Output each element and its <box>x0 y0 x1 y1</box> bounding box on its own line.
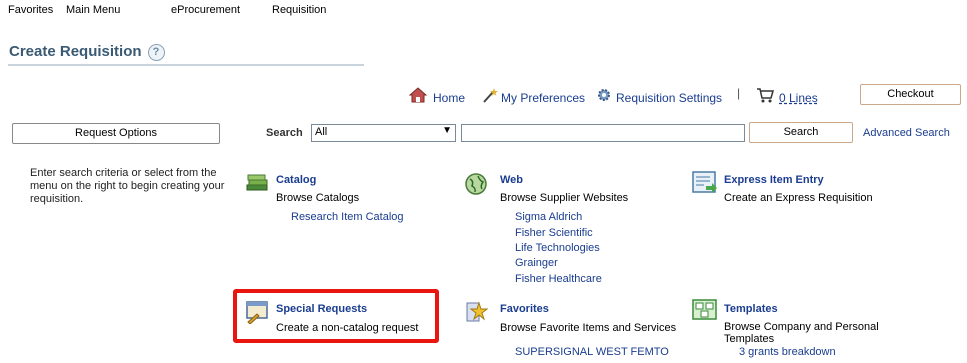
catalog-subtitle: Browse Catalogs <box>276 192 360 204</box>
request-options-button[interactable]: Request Options <box>12 123 220 144</box>
instructions-text: Enter search criteria or select from the… <box>30 167 225 205</box>
search-category-value: All <box>315 126 328 138</box>
catalog-link-research[interactable]: Research Item Catalog <box>291 211 404 223</box>
page-title-text: Create Requisition <box>9 43 142 60</box>
nav-favorites[interactable]: Favorites <box>8 4 53 16</box>
web-link-fisher-scientific[interactable]: Fisher Scientific <box>515 227 593 239</box>
web-subtitle: Browse Supplier Websites <box>500 192 629 204</box>
web-link-fisher-healthcare[interactable]: Fisher Healthcare <box>515 273 602 285</box>
magic-wand-icon[interactable] <box>482 87 498 103</box>
home-icon[interactable] <box>409 87 427 103</box>
favorites-title[interactable]: Favorites <box>500 303 549 315</box>
page-title: Create Requisition? <box>9 43 165 61</box>
toolbar-separator: | <box>737 86 741 100</box>
search-input[interactable] <box>461 124 745 142</box>
gear-icon[interactable] <box>596 87 612 103</box>
templates-title[interactable]: Templates <box>724 303 778 315</box>
search-button[interactable]: Search <box>749 122 853 143</box>
nav-eprocurement[interactable]: eProcurement <box>171 4 240 16</box>
home-link[interactable]: Home <box>433 91 465 105</box>
nav-main-menu[interactable]: Main Menu <box>66 4 120 16</box>
requisition-settings-link[interactable]: Requisition Settings <box>616 91 722 105</box>
books-icon <box>246 174 268 191</box>
web-link-grainger[interactable]: Grainger <box>515 257 558 269</box>
web-title[interactable]: Web <box>500 174 523 186</box>
advanced-search-link[interactable]: Advanced Search <box>863 127 950 139</box>
templates-link-grants[interactable]: 3 grants breakdown <box>739 346 836 358</box>
favorites-star-icon <box>466 301 488 322</box>
favorites-link-supersignal[interactable]: SUPERSIGNAL WEST FEMTO <box>515 346 669 358</box>
express-title[interactable]: Express Item Entry <box>724 174 824 186</box>
title-divider <box>8 64 364 66</box>
express-subtitle: Create an Express Requisition <box>724 192 873 204</box>
favorites-subtitle: Browse Favorite Items and Services <box>500 322 677 334</box>
special-requests-highlight <box>233 289 439 343</box>
globe-icon <box>465 173 487 195</box>
web-link-life-technologies[interactable]: Life Technologies <box>515 242 600 254</box>
web-link-sigma[interactable]: Sigma Aldrich <box>515 211 582 223</box>
cart-icon[interactable] <box>756 87 774 103</box>
search-category-select[interactable]: All ▼ <box>311 124 456 142</box>
cart-lines-link[interactable]: 0 Lines <box>779 91 818 105</box>
nav-requisition[interactable]: Requisition <box>272 4 326 16</box>
templates-icon <box>692 299 717 320</box>
checkout-button[interactable]: Checkout <box>860 84 961 105</box>
chevron-down-icon: ▼ <box>442 125 452 136</box>
templates-subtitle: Browse Company and Personal Templates <box>724 321 879 345</box>
catalog-title[interactable]: Catalog <box>276 174 316 186</box>
my-preferences-link[interactable]: My Preferences <box>501 91 585 105</box>
search-label: Search <box>266 127 303 139</box>
express-entry-icon <box>692 171 717 193</box>
help-icon[interactable]: ? <box>147 43 165 61</box>
